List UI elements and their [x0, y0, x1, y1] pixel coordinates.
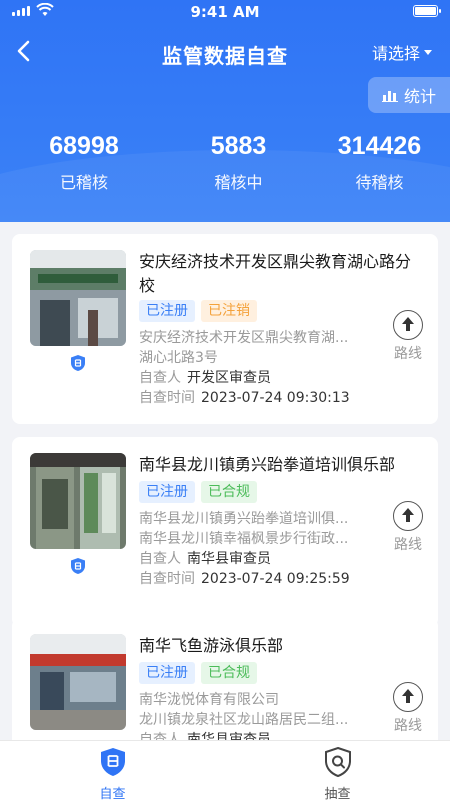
store-photo	[30, 453, 126, 549]
time-row: 自查时间 2023-07-24 09:25:59	[139, 569, 350, 589]
route-label: 路线	[394, 718, 422, 734]
status-bar: 9:41 AM	[0, 0, 450, 24]
navigation-bar: 监管数据自查 请选择	[0, 30, 450, 74]
company-line: 南华县龙川镇勇兴跆拳道培训俱...	[139, 511, 349, 527]
bar-chart-icon	[381, 91, 398, 102]
navigation-arrow-icon	[393, 310, 423, 340]
stat-pending[interactable]: 314426 待稽核	[309, 132, 450, 193]
store-photo	[30, 634, 126, 730]
route-button[interactable]: 路线	[390, 501, 426, 554]
tab-self-check[interactable]: 自查	[0, 741, 225, 800]
address-line: 龙川镇龙泉社区龙山路居民二组...	[139, 712, 349, 728]
stats-summary: 68998 已稽核 5883 稽核中 314426 待稽核	[0, 132, 450, 193]
status-time: 9:41 AM	[190, 3, 260, 21]
status-badge: 已注册	[139, 662, 195, 684]
route-button[interactable]: 路线	[390, 682, 426, 735]
store-photo	[30, 250, 126, 346]
status-badge: 已注销	[201, 300, 257, 322]
statistics-button[interactable]: 统计	[368, 77, 450, 113]
shield-badge-icon	[71, 355, 85, 371]
route-button[interactable]: 路线	[390, 310, 426, 363]
time-row: 自查时间 2023-07-24 09:30:13	[139, 388, 350, 408]
stat-label: 稽核中	[214, 173, 263, 192]
tab-spot-check[interactable]: 抽查	[225, 741, 450, 800]
inspector-label: 自查人	[139, 551, 181, 567]
stat-value: 68998	[49, 132, 119, 160]
address-line: 湖心北路3号	[139, 350, 218, 366]
status-badge: 已合规	[201, 481, 257, 503]
filter-select-label: 请选择	[371, 44, 420, 63]
company-line: 安庆经济技术开发区鼎尖教育湖...	[139, 330, 349, 346]
list-item[interactable]: 安庆经济技术开发区鼎尖教育湖心路分校 已注册 已注销 安庆经济技术开发区鼎尖教育…	[12, 234, 438, 424]
stat-value: 314426	[337, 132, 422, 160]
stat-auditing[interactable]: 5883 稽核中	[168, 132, 309, 193]
shield-badge-icon	[71, 558, 85, 574]
route-label: 路线	[394, 346, 422, 362]
chevron-down-icon	[424, 49, 432, 55]
stat-value: 5883	[210, 132, 267, 160]
status-tags: 已注册 已合规	[139, 662, 257, 684]
time-value: 2023-07-24 09:25:59	[201, 571, 350, 587]
venue-name: 南华飞鱼游泳俱乐部	[139, 636, 284, 655]
stat-audited[interactable]: 68998 已稽核	[0, 132, 168, 193]
time-value: 2023-07-24 09:30:13	[201, 390, 350, 406]
inspector-value: 开发区审查员	[187, 370, 271, 386]
shield-self-check-icon	[100, 748, 125, 776]
inspector-row: 自查人 开发区审查员	[139, 368, 271, 388]
navigation-arrow-icon	[393, 682, 423, 712]
status-tags: 已注册 已注销	[139, 300, 257, 322]
filter-select[interactable]: 请选择	[372, 40, 432, 64]
shield-spot-check-icon	[324, 746, 351, 778]
status-badge: 已注册	[139, 300, 195, 322]
tab-label: 抽查	[324, 787, 351, 800]
tab-label: 自查	[99, 787, 126, 800]
venue-name: 南华县龙川镇勇兴跆拳道培训俱乐部	[139, 455, 396, 474]
statistics-button-label: 统计	[403, 87, 436, 106]
address-line: 南华县龙川镇幸福枫景步行街政...	[139, 531, 349, 547]
battery-icon	[413, 5, 441, 17]
inspector-label: 自查人	[139, 370, 181, 386]
venue-name: 安庆经济技术开发区鼎尖教育湖心路分校	[139, 252, 412, 295]
bottom-tab-bar: 自查 抽查	[0, 740, 450, 800]
inspector-value: 南华县审查员	[187, 551, 271, 567]
time-label: 自查时间	[139, 390, 195, 406]
stat-label: 已稽核	[59, 173, 108, 192]
inspector-row: 自查人南华县审查员	[139, 549, 271, 569]
navigation-arrow-icon	[393, 501, 423, 531]
time-label: 自查时间	[139, 571, 195, 587]
list-item[interactable]: 南华县龙川镇勇兴跆拳道培训俱乐部 已注册 已合规 南华县龙川镇勇兴跆拳道培训俱.…	[12, 437, 438, 627]
stat-label: 待稽核	[355, 173, 404, 192]
status-badge: 已合规	[201, 662, 257, 684]
route-label: 路线	[394, 537, 422, 553]
company-line: 南华泷悦体育有限公司	[139, 692, 279, 708]
status-badge: 已注册	[139, 481, 195, 503]
status-tags: 已注册 已合规	[139, 481, 257, 503]
